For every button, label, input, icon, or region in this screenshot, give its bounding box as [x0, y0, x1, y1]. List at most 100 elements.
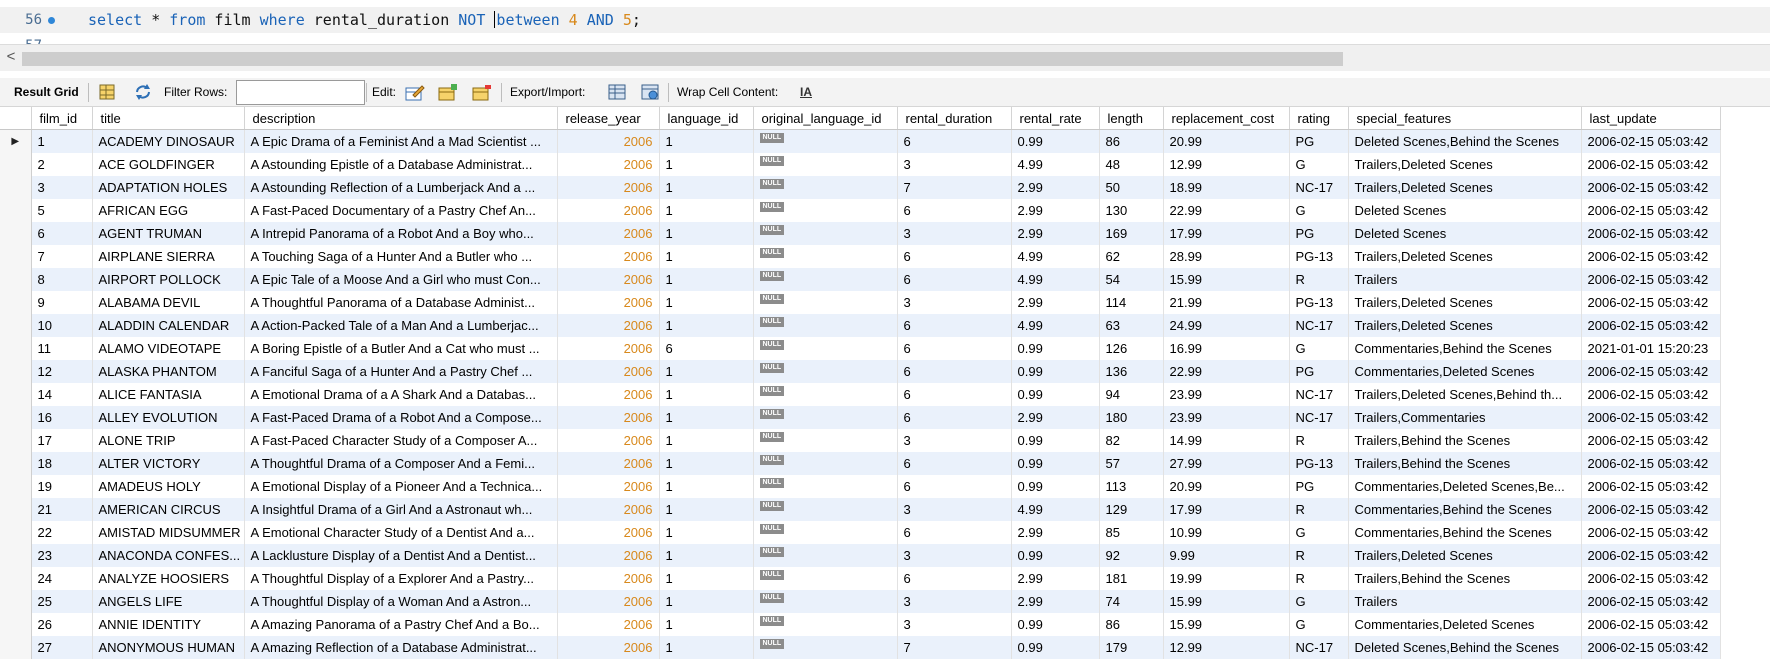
cell-replacement-cost[interactable]: 12.99: [1163, 153, 1290, 176]
cell-special-features[interactable]: Trailers: [1348, 268, 1582, 291]
cell-language-id[interactable]: 1: [659, 429, 754, 452]
table-row[interactable]: 19 AMADEUS HOLY A Emotional Display of a P…: [0, 475, 1721, 498]
cell-rental-rate[interactable]: 2.99: [1011, 590, 1100, 613]
cell-description[interactable]: A Fast-Paced Character Study of a Compos…: [244, 429, 558, 452]
cell-rental-duration[interactable]: 6: [897, 314, 1012, 337]
column-header-last-update[interactable]: last_update: [1581, 107, 1721, 130]
cell-film-id[interactable]: 18: [31, 452, 93, 475]
cell-rating[interactable]: NC-17: [1289, 314, 1349, 337]
cell-film-id[interactable]: 10: [31, 314, 93, 337]
cell-last-update[interactable]: 2021-01-01 15:20:23: [1581, 337, 1721, 360]
cell-replacement-cost[interactable]: 22.99: [1163, 360, 1290, 383]
cell-last-update[interactable]: 2006-02-15 05:03:42: [1581, 521, 1721, 544]
cell-replacement-cost[interactable]: 17.99: [1163, 498, 1290, 521]
cell-language-id[interactable]: 1: [659, 222, 754, 245]
row-indicator[interactable]: [0, 199, 32, 222]
cell-title[interactable]: ALADDIN CALENDAR: [92, 314, 245, 337]
cell-release-year[interactable]: 2006: [557, 590, 660, 613]
cell-original-language-id[interactable]: NULL: [753, 245, 898, 268]
row-indicator[interactable]: [0, 222, 32, 245]
cell-original-language-id[interactable]: NULL: [753, 291, 898, 314]
horizontal-scrollbar[interactable]: <: [0, 44, 1770, 71]
cell-film-id[interactable]: 21: [31, 498, 93, 521]
table-row[interactable]: 26 ANNIE IDENTITY A Amazing Panorama of a …: [0, 613, 1721, 636]
cell-length[interactable]: 50: [1099, 176, 1164, 199]
cell-title[interactable]: AIRPORT POLLOCK: [92, 268, 245, 291]
cell-description[interactable]: A Thoughtful Display of a Explorer And a…: [244, 567, 558, 590]
cell-rating[interactable]: R: [1289, 268, 1349, 291]
cell-rental-rate[interactable]: 0.99: [1011, 383, 1100, 406]
row-indicator[interactable]: ▶: [0, 129, 32, 153]
cell-rental-rate[interactable]: 4.99: [1011, 498, 1100, 521]
cell-language-id[interactable]: 1: [659, 498, 754, 521]
cell-replacement-cost[interactable]: 15.99: [1163, 268, 1290, 291]
table-row[interactable]: 2 ACE GOLDFINGER A Astounding Epistle of a…: [0, 153, 1721, 176]
cell-rental-duration[interactable]: 3: [897, 222, 1012, 245]
cell-language-id[interactable]: 1: [659, 406, 754, 429]
cell-original-language-id[interactable]: NULL: [753, 452, 898, 475]
cell-last-update[interactable]: 2006-02-15 05:03:42: [1581, 636, 1721, 659]
cell-title[interactable]: AIRPLANE SIERRA: [92, 245, 245, 268]
cell-rating[interactable]: NC-17: [1289, 383, 1349, 406]
result-grid-tab[interactable]: Result Grid: [14, 78, 79, 106]
table-row[interactable]: ▶ 1 ACADEMY DINOSAUR A Epic Drama of a Femi…: [0, 129, 1721, 153]
cell-replacement-cost[interactable]: 19.99: [1163, 567, 1290, 590]
cell-language-id[interactable]: 1: [659, 452, 754, 475]
cell-special-features[interactable]: Trailers,Behind the Scenes: [1348, 567, 1582, 590]
cell-replacement-cost[interactable]: 27.99: [1163, 452, 1290, 475]
cell-last-update[interactable]: 2006-02-15 05:03:42: [1581, 129, 1721, 153]
cell-rental-duration[interactable]: 3: [897, 153, 1012, 176]
table-row[interactable]: 22 AMISTAD MIDSUMMER A Emotional Character…: [0, 521, 1721, 544]
cell-language-id[interactable]: 1: [659, 475, 754, 498]
cell-rental-rate[interactable]: 4.99: [1011, 314, 1100, 337]
cell-release-year[interactable]: 2006: [557, 314, 660, 337]
cell-last-update[interactable]: 2006-02-15 05:03:42: [1581, 360, 1721, 383]
table-row[interactable]: 23 ANACONDA CONFES... A Lacklusture Displa…: [0, 544, 1721, 567]
cell-rating[interactable]: R: [1289, 567, 1349, 590]
cell-rental-duration[interactable]: 6: [897, 129, 1012, 153]
cell-title[interactable]: AMADEUS HOLY: [92, 475, 245, 498]
cell-original-language-id[interactable]: NULL: [753, 153, 898, 176]
cell-language-id[interactable]: 1: [659, 268, 754, 291]
table-row[interactable]: 27 ANONYMOUS HUMAN A Amazing Reflection of…: [0, 636, 1721, 659]
cell-film-id[interactable]: 26: [31, 613, 93, 636]
cell-rental-duration[interactable]: 6: [897, 521, 1012, 544]
cell-length[interactable]: 74: [1099, 590, 1164, 613]
cell-rental-rate[interactable]: 0.99: [1011, 337, 1100, 360]
cell-rating[interactable]: G: [1289, 153, 1349, 176]
cell-rental-duration[interactable]: 3: [897, 590, 1012, 613]
cell-rental-duration[interactable]: 7: [897, 636, 1012, 659]
cell-replacement-cost[interactable]: 21.99: [1163, 291, 1290, 314]
table-row[interactable]: 3 ADAPTATION HOLES A Astounding Reflection…: [0, 176, 1721, 199]
cell-length[interactable]: 130: [1099, 199, 1164, 222]
cell-rental-duration[interactable]: 6: [897, 199, 1012, 222]
cell-title[interactable]: ACADEMY DINOSAUR: [92, 129, 245, 153]
cell-release-year[interactable]: 2006: [557, 337, 660, 360]
cell-release-year[interactable]: 2006: [557, 475, 660, 498]
cell-description[interactable]: A Amazing Reflection of a Database Admin…: [244, 636, 558, 659]
cell-length[interactable]: 94: [1099, 383, 1164, 406]
table-row[interactable]: 16 ALLEY EVOLUTION A Fast-Paced Drama of a…: [0, 406, 1721, 429]
cell-original-language-id[interactable]: NULL: [753, 567, 898, 590]
cell-last-update[interactable]: 2006-02-15 05:03:42: [1581, 429, 1721, 452]
cell-language-id[interactable]: 1: [659, 567, 754, 590]
cell-original-language-id[interactable]: NULL: [753, 383, 898, 406]
cell-length[interactable]: 48: [1099, 153, 1164, 176]
wrap-cell-toggle-icon[interactable]: IA: [800, 78, 812, 106]
row-indicator[interactable]: [0, 360, 32, 383]
cell-language-id[interactable]: 1: [659, 199, 754, 222]
column-header-description[interactable]: description: [244, 107, 558, 130]
cell-replacement-cost[interactable]: 28.99: [1163, 245, 1290, 268]
table-row[interactable]: 8 AIRPORT POLLOCK A Epic Tale of a Moose A…: [0, 268, 1721, 291]
cell-rental-duration[interactable]: 6: [897, 452, 1012, 475]
cell-language-id[interactable]: 1: [659, 590, 754, 613]
cell-description[interactable]: A Amazing Panorama of a Pastry Chef And …: [244, 613, 558, 636]
row-indicator[interactable]: [0, 406, 32, 429]
cell-language-id[interactable]: 1: [659, 360, 754, 383]
cell-rental-rate[interactable]: 0.99: [1011, 452, 1100, 475]
cell-length[interactable]: 180: [1099, 406, 1164, 429]
cell-replacement-cost[interactable]: 16.99: [1163, 337, 1290, 360]
cell-rental-rate[interactable]: 0.99: [1011, 360, 1100, 383]
cell-film-id[interactable]: 24: [31, 567, 93, 590]
column-header-rental-rate[interactable]: rental_rate: [1011, 107, 1100, 130]
